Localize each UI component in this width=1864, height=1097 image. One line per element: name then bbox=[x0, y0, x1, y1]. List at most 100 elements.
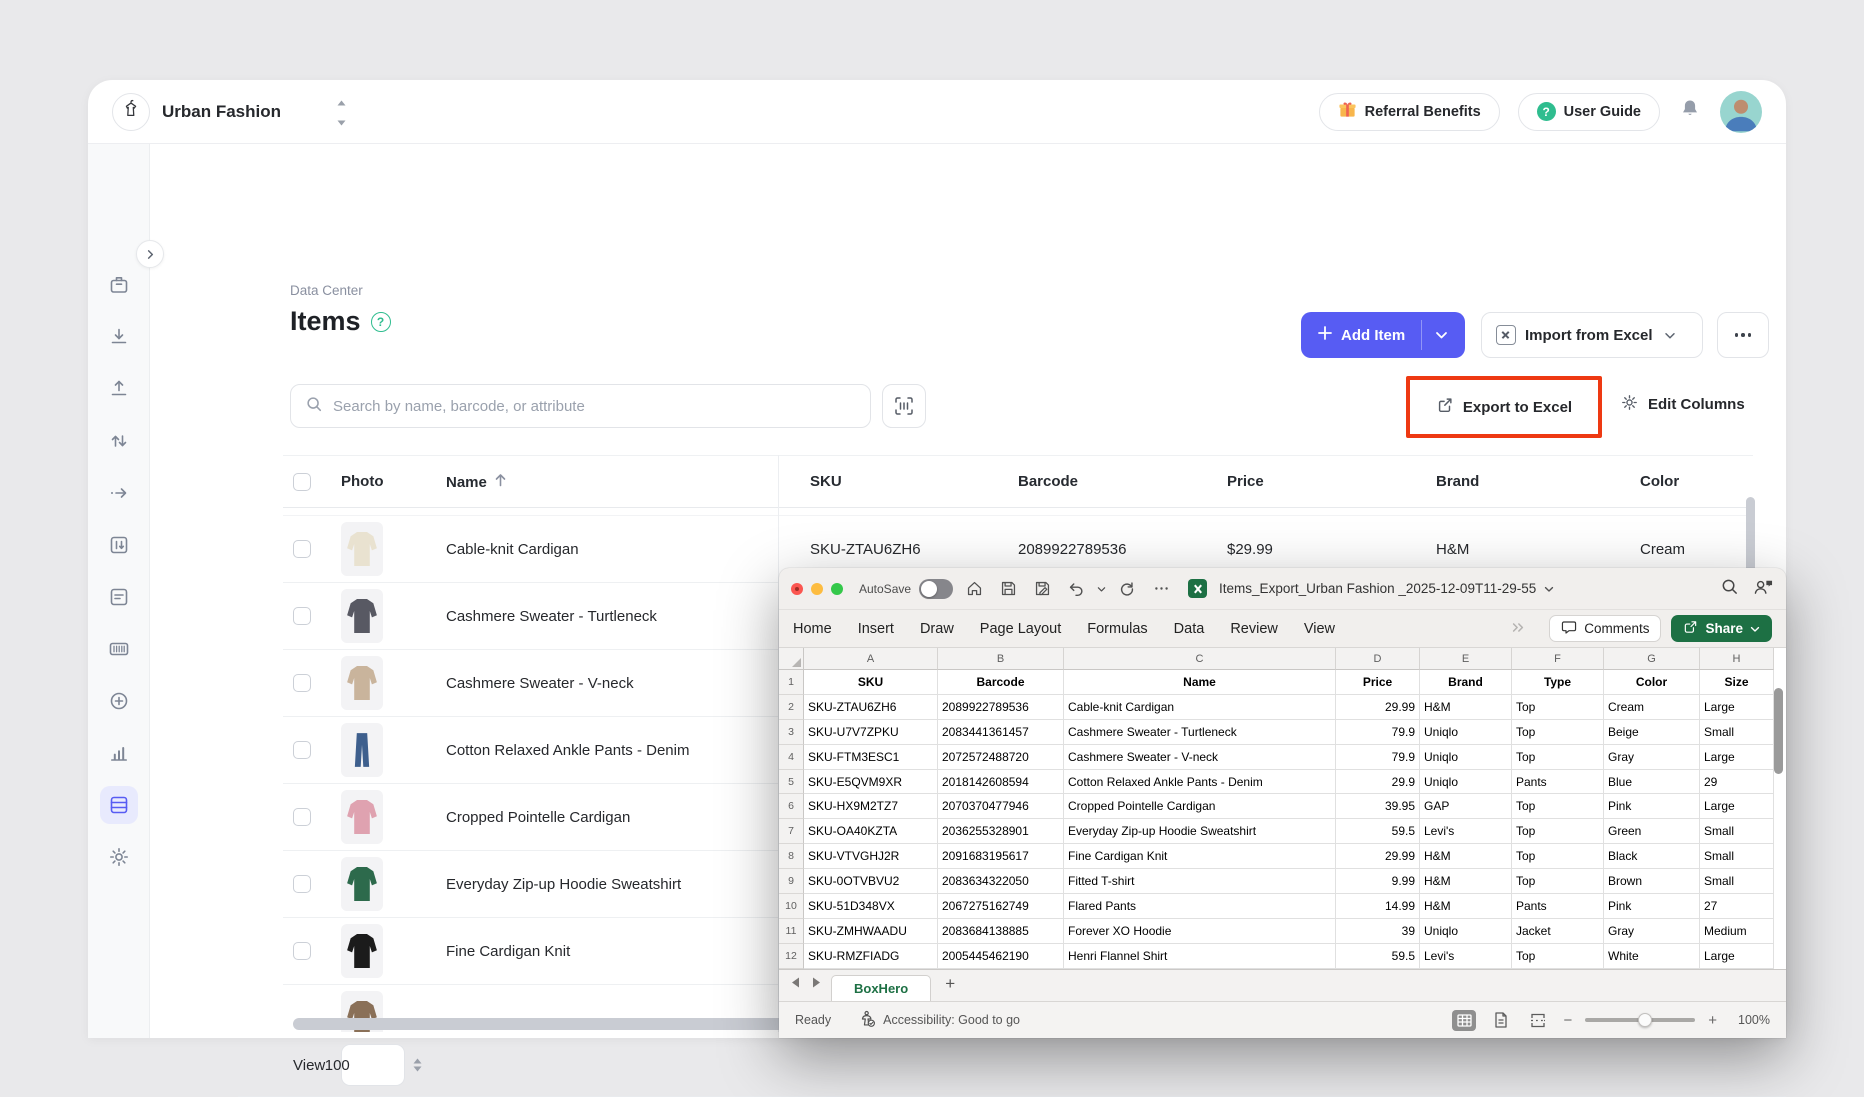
user-guide-button[interactable]: ? User Guide bbox=[1518, 93, 1660, 131]
cell-F3[interactable]: Top bbox=[1512, 720, 1604, 745]
workspace-switcher[interactable] bbox=[337, 93, 346, 131]
sidebar-expand-button[interactable] bbox=[136, 240, 164, 268]
home-icon[interactable] bbox=[961, 576, 987, 602]
ribbon-tab-home[interactable]: Home bbox=[793, 621, 832, 637]
cell-C4[interactable]: Cashmere Sweater - V-neck bbox=[1064, 745, 1336, 770]
share-button[interactable]: Share bbox=[1671, 615, 1772, 642]
normal-view-icon[interactable] bbox=[1452, 1010, 1476, 1031]
ribbon-tab-formulas[interactable]: Formulas bbox=[1087, 621, 1147, 637]
save-icon[interactable] bbox=[995, 576, 1021, 602]
cell-H11[interactable]: Medium bbox=[1700, 919, 1774, 944]
row-number[interactable]: 5 bbox=[779, 770, 804, 795]
row-number[interactable]: 9 bbox=[779, 869, 804, 894]
redo-icon[interactable] bbox=[1114, 576, 1140, 602]
cell-F6[interactable]: Top bbox=[1512, 794, 1604, 819]
cell-B2[interactable]: 2089922789536 bbox=[938, 695, 1064, 720]
prev-sheet-icon[interactable] bbox=[791, 975, 800, 993]
column-header-D[interactable]: D bbox=[1336, 648, 1420, 670]
cell-E9[interactable]: H&M bbox=[1420, 869, 1512, 894]
cell-A4[interactable]: SKU-FTM3ESC1 bbox=[804, 745, 938, 770]
cell-B1[interactable]: Barcode bbox=[938, 670, 1064, 695]
cell-B8[interactable]: 2091683195617 bbox=[938, 844, 1064, 869]
cell-C10[interactable]: Flared Pants bbox=[1064, 894, 1336, 919]
ribbon-tab-review[interactable]: Review bbox=[1230, 621, 1278, 637]
cell-F7[interactable]: Top bbox=[1512, 819, 1604, 844]
referral-benefits-button[interactable]: Referral Benefits bbox=[1319, 93, 1500, 131]
cell-B3[interactable]: 2083441361457 bbox=[938, 720, 1064, 745]
cell-B4[interactable]: 2072572488720 bbox=[938, 745, 1064, 770]
cell-D7[interactable]: 59.5 bbox=[1336, 819, 1420, 844]
sidebar-item-barcode-label[interactable] bbox=[100, 630, 138, 668]
cell-C3[interactable]: Cashmere Sweater - Turtleneck bbox=[1064, 720, 1336, 745]
cell-E12[interactable]: Levi's bbox=[1420, 944, 1512, 969]
export-to-excel-button[interactable]: Export to Excel bbox=[1436, 396, 1572, 418]
select-all-checkbox[interactable] bbox=[293, 473, 311, 491]
ribbon-tab-page-layout[interactable]: Page Layout bbox=[980, 621, 1061, 637]
cell-D10[interactable]: 14.99 bbox=[1336, 894, 1420, 919]
barcode-scan-button[interactable] bbox=[882, 384, 926, 428]
cell-B6[interactable]: 2070370477946 bbox=[938, 794, 1064, 819]
sheet-tab-boxhero[interactable]: BoxHero bbox=[831, 975, 931, 1001]
row-checkbox[interactable] bbox=[293, 875, 311, 893]
undo-dropdown-icon[interactable] bbox=[1097, 580, 1106, 598]
search-input[interactable] bbox=[333, 398, 856, 415]
col-header-name[interactable]: Name bbox=[446, 473, 810, 491]
row-number[interactable]: 7 bbox=[779, 819, 804, 844]
cell-G4[interactable]: Gray bbox=[1604, 745, 1700, 770]
row-checkbox[interactable] bbox=[293, 540, 311, 558]
cell-D5[interactable]: 29.9 bbox=[1336, 770, 1420, 795]
more-toolbar-icon[interactable] bbox=[1148, 576, 1174, 602]
cell-E10[interactable]: H&M bbox=[1420, 894, 1512, 919]
col-header-photo[interactable]: Photo bbox=[341, 473, 446, 490]
add-item-dropdown[interactable] bbox=[1422, 312, 1461, 358]
column-header-H[interactable]: H bbox=[1700, 648, 1774, 670]
cell-E8[interactable]: H&M bbox=[1420, 844, 1512, 869]
cell-A2[interactable]: SKU-ZTAU6ZH6 bbox=[804, 695, 938, 720]
ribbon-tab-data[interactable]: Data bbox=[1174, 621, 1205, 637]
row-checkbox[interactable] bbox=[293, 607, 311, 625]
sidebar-item-add-stock[interactable] bbox=[100, 682, 138, 720]
grid-vertical-scrollbar[interactable] bbox=[1774, 688, 1783, 774]
page-layout-view-icon[interactable] bbox=[1489, 1010, 1513, 1031]
ribbon-tab-insert[interactable]: Insert bbox=[858, 621, 894, 637]
cell-G2[interactable]: Cream bbox=[1604, 695, 1700, 720]
cell-A11[interactable]: SKU-ZMHWAADU bbox=[804, 919, 938, 944]
cell-B11[interactable]: 2083684138885 bbox=[938, 919, 1064, 944]
page-size-select[interactable]: 100 bbox=[341, 1044, 405, 1086]
sidebar-item-stock-in[interactable] bbox=[100, 318, 138, 356]
maximize-button[interactable] bbox=[831, 583, 843, 595]
sidebar-item-move[interactable] bbox=[100, 474, 138, 512]
cell-D9[interactable]: 9.99 bbox=[1336, 869, 1420, 894]
row-checkbox[interactable] bbox=[293, 808, 311, 826]
row-number[interactable]: 11 bbox=[779, 919, 804, 944]
cell-F8[interactable]: Top bbox=[1512, 844, 1604, 869]
sidebar-item-settings[interactable] bbox=[100, 838, 138, 876]
cell-F2[interactable]: Top bbox=[1512, 695, 1604, 720]
sidebar-item-purchase-sales[interactable] bbox=[100, 578, 138, 616]
cell-C5[interactable]: Cotton Relaxed Ankle Pants - Denim bbox=[1064, 770, 1336, 795]
column-header-E[interactable]: E bbox=[1420, 648, 1512, 670]
cell-G8[interactable]: Black bbox=[1604, 844, 1700, 869]
user-avatar[interactable] bbox=[1720, 91, 1762, 133]
row-number[interactable]: 10 bbox=[779, 894, 804, 919]
cell-F5[interactable]: Pants bbox=[1512, 770, 1604, 795]
sidebar-item-adjust[interactable] bbox=[100, 422, 138, 460]
col-header-color[interactable]: Color bbox=[1640, 473, 1753, 490]
cell-A1[interactable]: SKU bbox=[804, 670, 938, 695]
cell-H7[interactable]: Small bbox=[1700, 819, 1774, 844]
cell-C6[interactable]: Cropped Pointelle Cardigan bbox=[1064, 794, 1336, 819]
cell-A12[interactable]: SKU-RMZFIADG bbox=[804, 944, 938, 969]
cell-G11[interactable]: Gray bbox=[1604, 919, 1700, 944]
cell-F11[interactable]: Jacket bbox=[1512, 919, 1604, 944]
zoom-in-button[interactable]: + bbox=[1708, 1012, 1717, 1029]
cell-C9[interactable]: Fitted T-shirt bbox=[1064, 869, 1336, 894]
column-header-F[interactable]: F bbox=[1512, 648, 1604, 670]
cell-H8[interactable]: Small bbox=[1700, 844, 1774, 869]
cell-D8[interactable]: 29.99 bbox=[1336, 844, 1420, 869]
row-number[interactable]: 8 bbox=[779, 844, 804, 869]
cell-F1[interactable]: Type bbox=[1512, 670, 1604, 695]
cell-E6[interactable]: GAP bbox=[1420, 794, 1512, 819]
cell-C12[interactable]: Henri Flannel Shirt bbox=[1064, 944, 1336, 969]
col-header-barcode[interactable]: Barcode bbox=[1018, 473, 1227, 490]
column-header-B[interactable]: B bbox=[938, 648, 1064, 670]
